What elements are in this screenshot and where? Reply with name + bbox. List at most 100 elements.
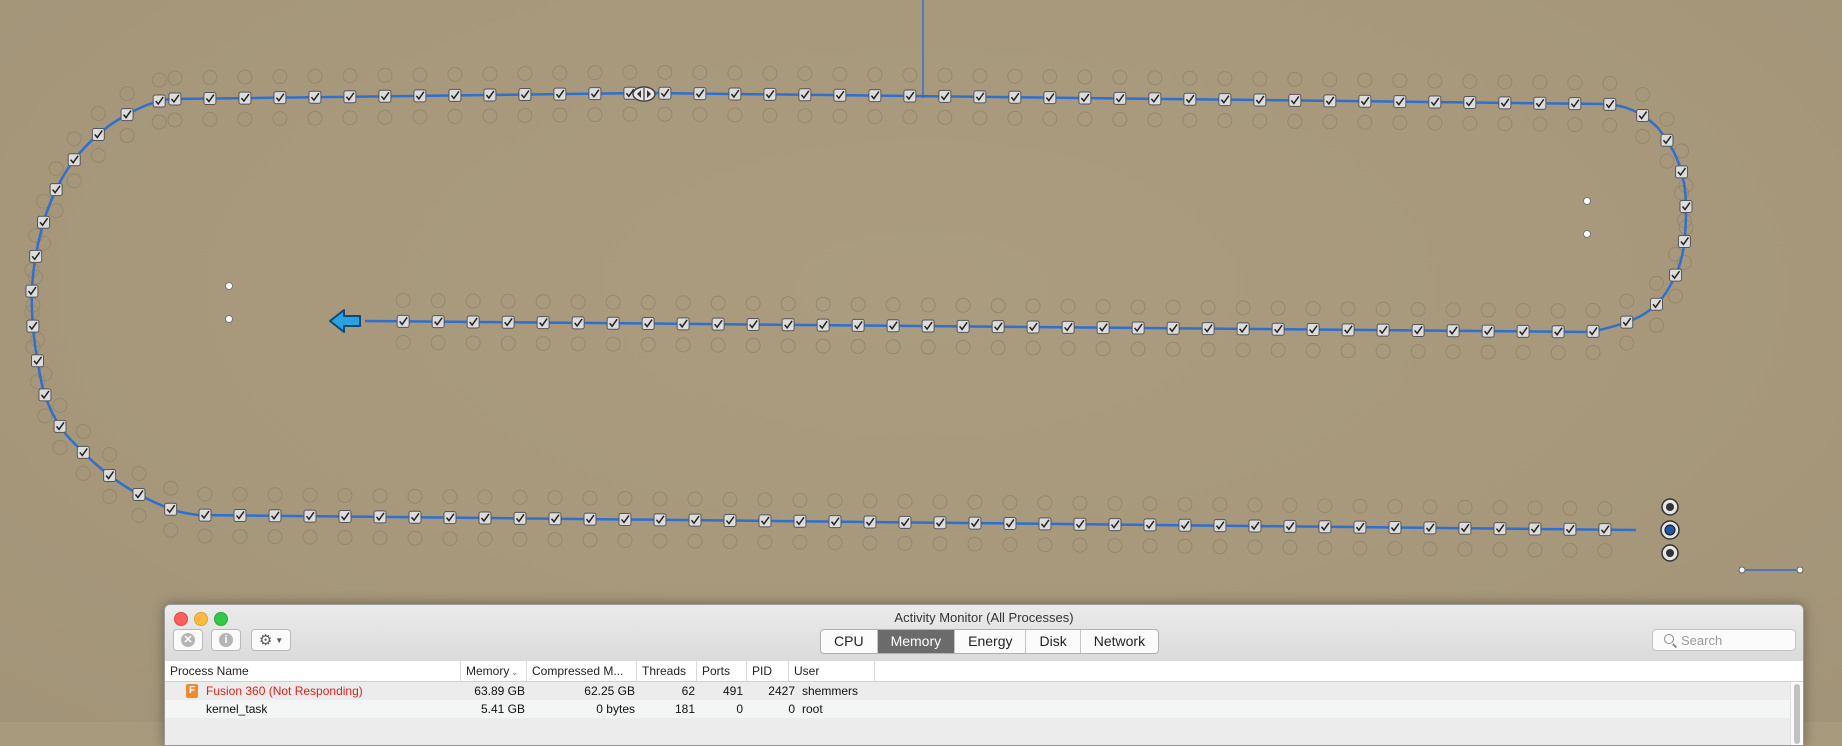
path-node-checkbox-icon[interactable] (373, 510, 387, 524)
path-node-checkbox-icon[interactable] (1108, 518, 1122, 532)
path-node-checkbox-icon[interactable] (903, 89, 917, 103)
column-header-compressed-m[interactable]: Compressed M... (527, 661, 637, 681)
column-header-user[interactable]: User (789, 661, 875, 681)
table-scrollbar[interactable] (1790, 682, 1803, 745)
path-node-checkbox-icon[interactable] (103, 468, 117, 482)
search-field[interactable]: Search (1652, 629, 1796, 651)
tab-energy[interactable]: Energy (955, 630, 1027, 653)
path-node-checkbox-icon[interactable] (501, 315, 515, 329)
path-node-checkbox-icon[interactable] (851, 318, 865, 332)
path-node-checkbox-icon[interactable] (408, 510, 422, 524)
path-node-checkbox-icon[interactable] (25, 284, 39, 298)
construction-point[interactable] (1583, 197, 1591, 205)
path-node-checkbox-icon[interactable] (723, 514, 737, 528)
table-row[interactable]: F Fusion 360 (Not Responding) 63.89 GB 62.2… (165, 682, 1803, 700)
path-node-checkbox-icon[interactable] (746, 317, 760, 331)
construction-point[interactable] (1583, 230, 1591, 238)
path-node-checkbox-icon[interactable] (1498, 96, 1512, 110)
path-node-checkbox-icon[interactable] (1213, 519, 1227, 533)
path-node-checkbox-icon[interactable] (1481, 324, 1495, 338)
tab-memory[interactable]: Memory (877, 630, 956, 653)
path-node-checkbox-icon[interactable] (1078, 91, 1092, 105)
path-node-checkbox-icon[interactable] (728, 87, 742, 101)
path-node-checkbox-icon[interactable] (1236, 322, 1250, 336)
path-node-checkbox-icon[interactable] (1568, 97, 1582, 111)
path-node-checkbox-icon[interactable] (1271, 322, 1285, 336)
path-node-checkbox-icon[interactable] (1446, 324, 1460, 338)
path-node-checkbox-icon[interactable] (583, 512, 597, 526)
path-node-checkbox-icon[interactable] (443, 511, 457, 525)
path-node-checkbox-icon[interactable] (1677, 234, 1691, 248)
path-node-checkbox-icon[interactable] (466, 315, 480, 329)
path-node-checkbox-icon[interactable] (343, 90, 357, 104)
path-node-checkbox-icon[interactable] (1113, 91, 1127, 105)
path-node-checkbox-icon[interactable] (164, 502, 178, 516)
axis-end-point[interactable] (1738, 566, 1746, 574)
path-node-checkbox-icon[interactable] (1143, 518, 1157, 532)
path-node-checkbox-icon[interactable] (198, 508, 212, 522)
table-row[interactable]: kernel_task 5.41 GB 0 bytes 181 0 0 root (165, 700, 1803, 718)
path-node-checkbox-icon[interactable] (886, 319, 900, 333)
column-header-memory[interactable]: Memory ⌄ (461, 661, 527, 681)
path-node-checkbox-icon[interactable] (553, 87, 567, 101)
path-node-checkbox-icon[interactable] (483, 88, 497, 102)
path-node-checkbox-icon[interactable] (1008, 90, 1022, 104)
path-node-checkbox-icon[interactable] (1288, 93, 1302, 107)
path-node-checkbox-icon[interactable] (91, 127, 105, 141)
path-node-checkbox-icon[interactable] (203, 92, 217, 106)
path-node-checkbox-icon[interactable] (1388, 520, 1402, 534)
path-node-checkbox-icon[interactable] (653, 513, 667, 527)
path-node-checkbox-icon[interactable] (1183, 92, 1197, 106)
path-node-checkbox-icon[interactable] (1493, 522, 1507, 536)
path-node-checkbox-icon[interactable] (1516, 324, 1530, 338)
path-node-checkbox-icon[interactable] (641, 317, 655, 331)
path-node-checkbox-icon[interactable] (303, 509, 317, 523)
scroll-thumb[interactable] (1794, 684, 1800, 744)
path-node-checkbox-icon[interactable] (711, 317, 725, 331)
path-node-checkbox-icon[interactable] (268, 509, 282, 523)
path-node-checkbox-icon[interactable] (273, 91, 287, 105)
path-node-checkbox-icon[interactable] (1353, 520, 1367, 534)
path-node-checkbox-icon[interactable] (1528, 522, 1542, 536)
path-node-checkbox-icon[interactable] (991, 320, 1005, 334)
path-node-checkbox-icon[interactable] (168, 92, 182, 106)
inspect-process-button[interactable]: i (211, 629, 241, 651)
column-header-process-name[interactable]: Process Name (165, 661, 461, 681)
column-header-threads[interactable]: Threads (637, 661, 697, 681)
path-node-checkbox-icon[interactable] (1341, 323, 1355, 337)
path-node-checkbox-icon[interactable] (29, 249, 43, 263)
path-node-checkbox-icon[interactable] (798, 88, 812, 102)
path-node-checkbox-icon[interactable] (120, 108, 134, 122)
column-header-ports[interactable]: Ports (697, 661, 747, 681)
path-node-checkbox-icon[interactable] (1038, 517, 1052, 531)
path-node-checkbox-icon[interactable] (37, 215, 51, 229)
path-node-checkbox-icon[interactable] (956, 319, 970, 333)
path-node-checkbox-icon[interactable] (1423, 521, 1437, 535)
path-node-checkbox-icon[interactable] (828, 515, 842, 529)
path-node-checkbox-icon[interactable] (378, 89, 392, 103)
path-node-checkbox-icon[interactable] (38, 388, 52, 402)
path-node-checkbox-icon[interactable] (478, 511, 492, 525)
construction-point[interactable] (225, 315, 233, 323)
path-node-checkbox-icon[interactable] (536, 316, 550, 330)
quit-process-button[interactable]: ✕ (173, 629, 203, 651)
path-node-checkbox-icon[interactable] (1551, 325, 1565, 339)
path-node-checkbox-icon[interactable] (152, 94, 166, 108)
path-node-checkbox-icon[interactable] (1253, 93, 1267, 107)
direction-arrow-icon[interactable] (329, 309, 361, 333)
path-node-checkbox-icon[interactable] (1660, 133, 1674, 147)
path-node-checkbox-icon[interactable] (606, 316, 620, 330)
path-node-checkbox-icon[interactable] (1679, 200, 1693, 214)
path-node-checkbox-icon[interactable] (1393, 95, 1407, 109)
path-node-checkbox-icon[interactable] (1318, 520, 1332, 534)
path-node-checkbox-icon[interactable] (588, 87, 602, 101)
path-node-checkbox-icon[interactable] (396, 314, 410, 328)
path-node-checkbox-icon[interactable] (132, 487, 146, 501)
path-node-checkbox-icon[interactable] (338, 510, 352, 524)
path-node-checkbox-icon[interactable] (1026, 320, 1040, 334)
path-node-checkbox-icon[interactable] (308, 90, 322, 104)
path-node-checkbox-icon[interactable] (49, 183, 63, 197)
path-node-checkbox-icon[interactable] (968, 516, 982, 530)
path-node-checkbox-icon[interactable] (973, 90, 987, 104)
path-node-checkbox-icon[interactable] (1620, 315, 1634, 329)
